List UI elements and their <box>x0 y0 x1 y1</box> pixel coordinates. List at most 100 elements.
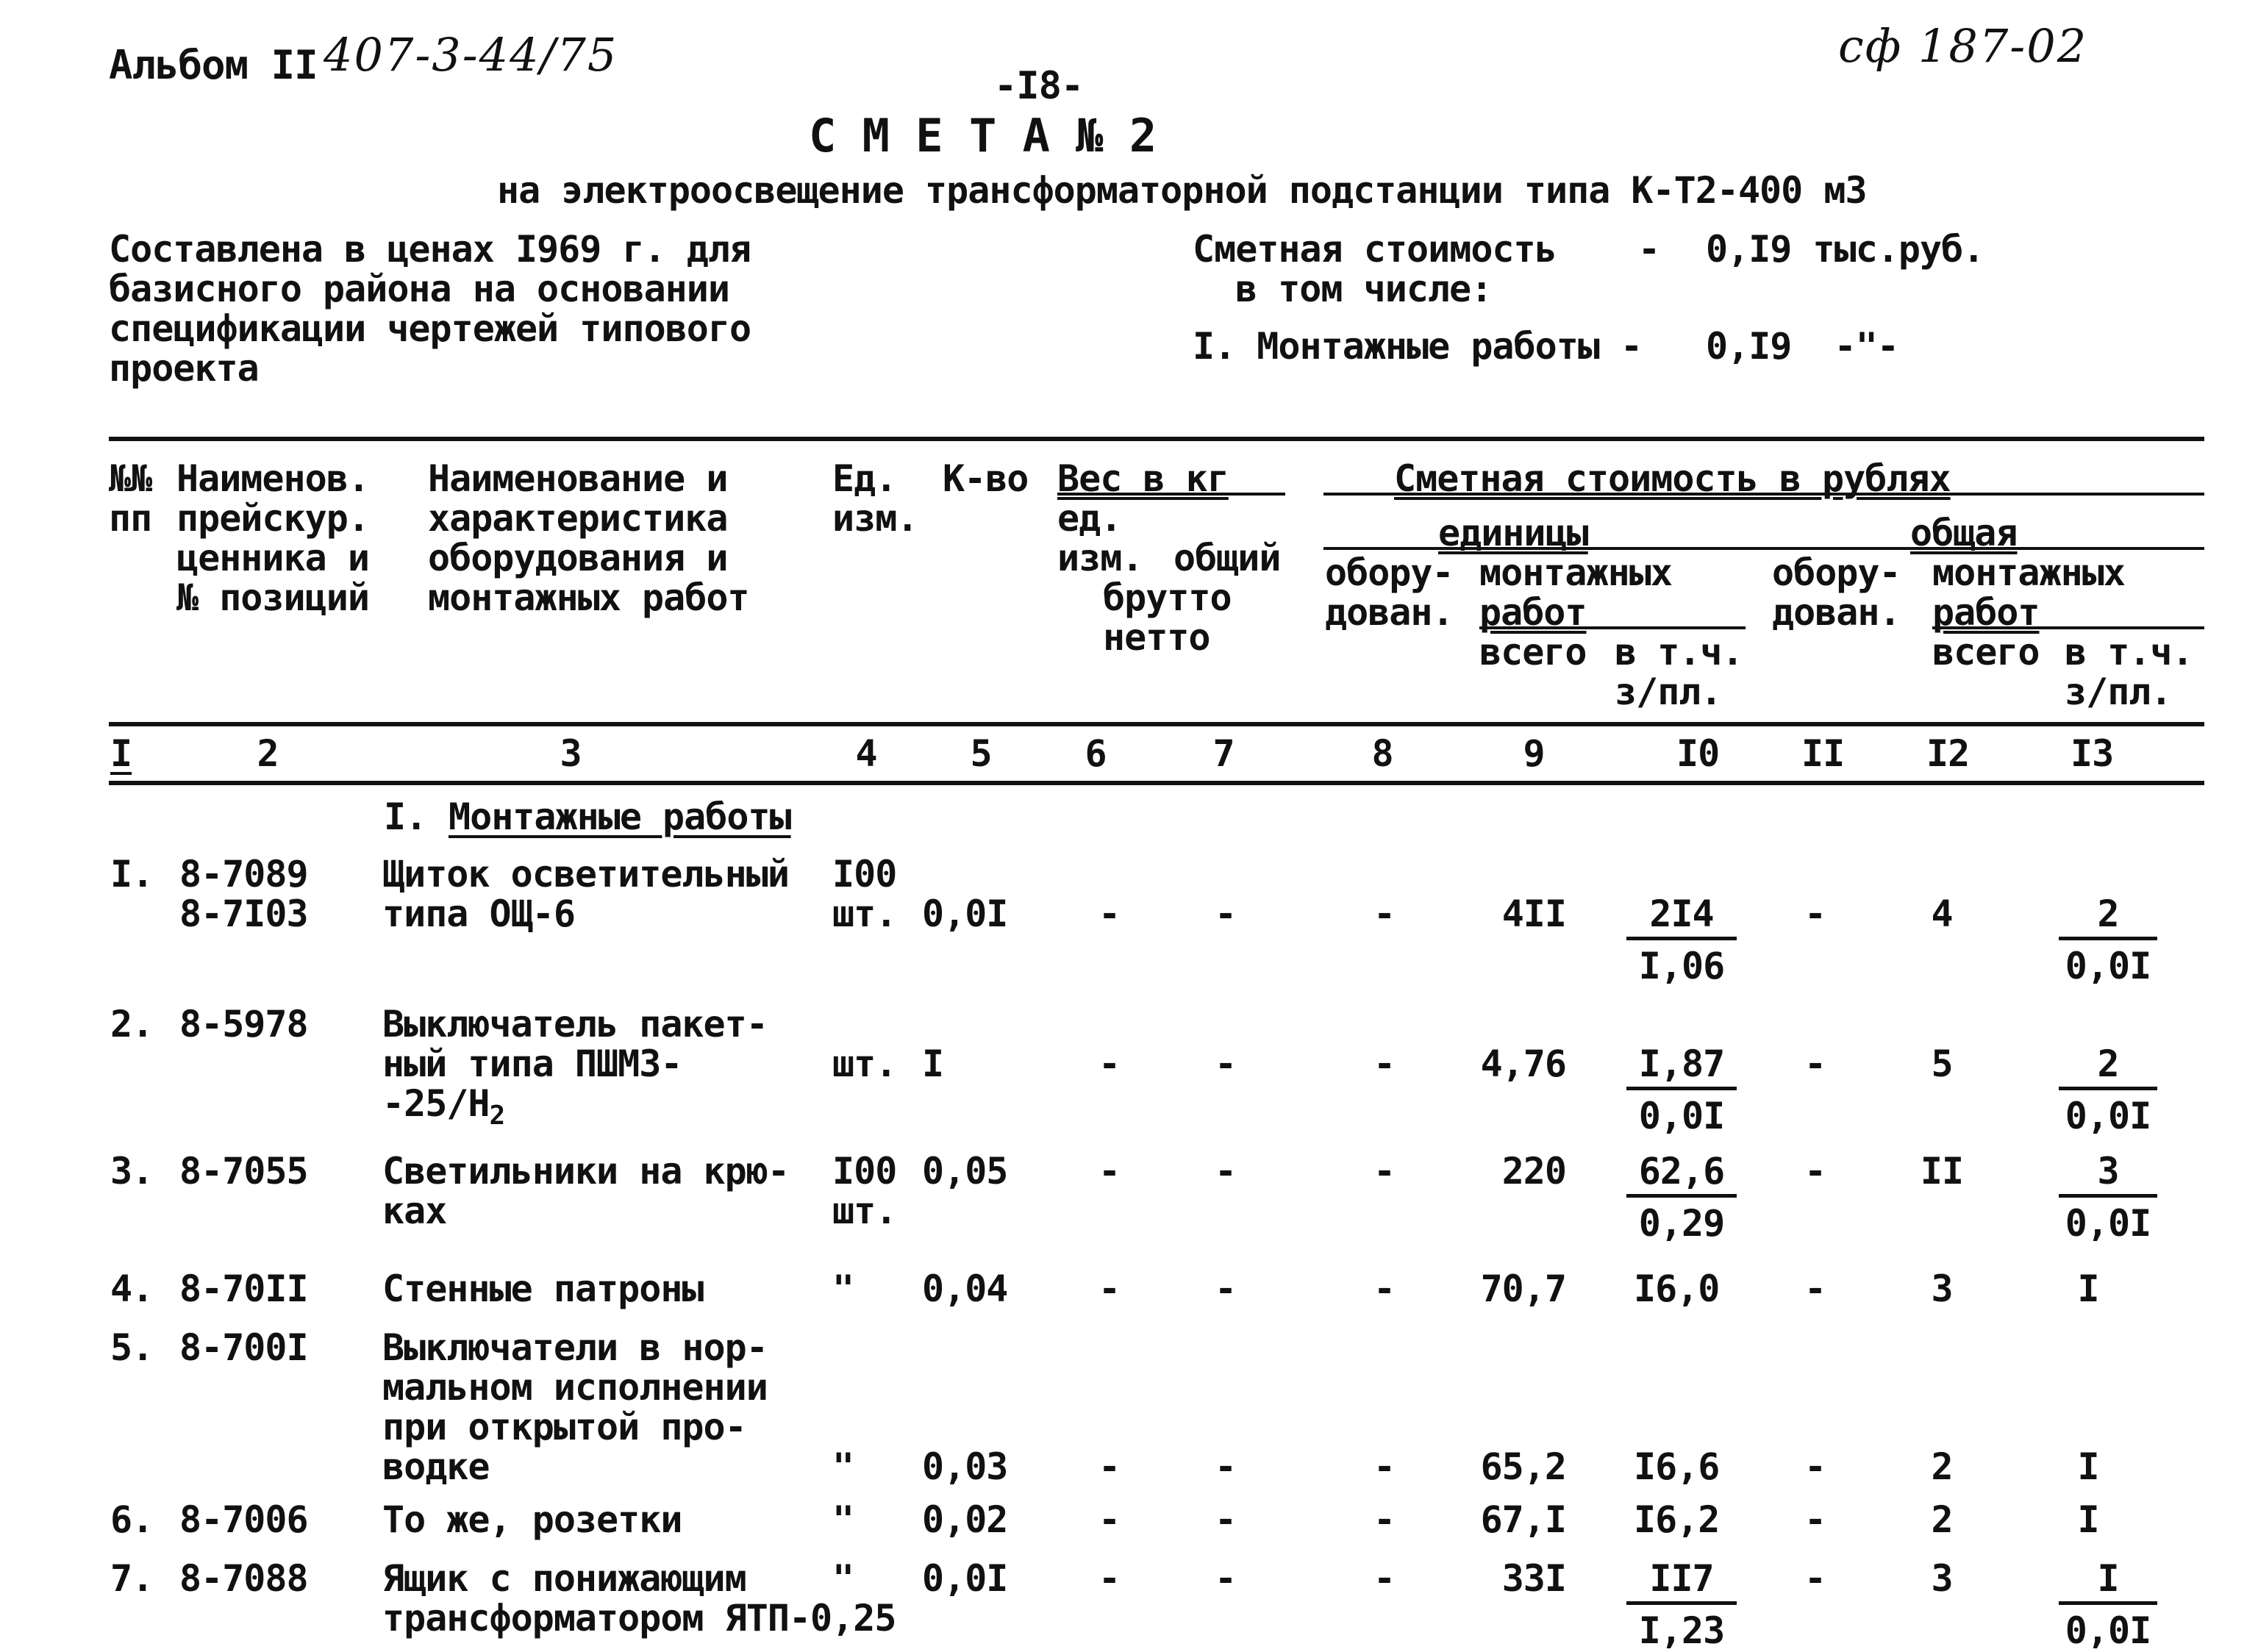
basis-line: Составлена в ценах I969 г. для <box>109 228 751 271</box>
row-unit: I00 <box>832 853 897 895</box>
row-equipment-total-cost: - <box>1804 1498 1826 1541</box>
row-installation-unit-total: 33I <box>1501 1557 1567 1600</box>
header-total-equipment-line: дован. <box>1772 591 1901 634</box>
row-weight-total: - <box>1215 1267 1237 1310</box>
row-equipment-unit-cost: - <box>1373 893 1396 935</box>
page-number: -I8- <box>994 64 1084 108</box>
header-col3-line: характеристика <box>428 497 728 540</box>
row-price-code: 8-7006 <box>179 1498 309 1541</box>
section-number: I. <box>384 795 427 838</box>
column-number: 6 <box>1085 732 1107 775</box>
column-number: 5 <box>970 732 992 775</box>
row-name-line: водке <box>382 1445 490 1488</box>
document-title: С М Е Т А № 2 <box>809 109 1157 162</box>
header-col1-line: №№ <box>109 457 152 500</box>
row-quantity: 0,02 <box>922 1498 1008 1541</box>
album-label: Альбом II <box>109 42 318 88</box>
row-weight-unit: - <box>1098 1498 1121 1541</box>
header-col3-line: Наименование и <box>428 457 728 500</box>
header-total-total: всего <box>1932 631 2040 673</box>
header-total-wages-line: з/пл. <box>2065 671 2173 713</box>
row-installation-unit-total: 4II <box>1501 893 1567 935</box>
row-name-subscript: 2 <box>489 1101 506 1131</box>
wage-numerator: 3 <box>2059 1151 2157 1198</box>
header-total-wages-line: в т.ч. <box>2065 631 2194 673</box>
row-quantity: 0,0I <box>922 1557 1008 1600</box>
header-total-installation-line: монтажных <box>1932 551 2126 594</box>
row-installation-total-wage: I <box>2077 1445 2099 1488</box>
row-price-code: 8-700I <box>179 1326 309 1369</box>
row-weight-total: - <box>1215 893 1237 935</box>
column-number: I0 <box>1676 732 1720 775</box>
total-installation-rule <box>1932 626 2204 629</box>
header-col4-line: Ед. <box>832 457 897 500</box>
row-equipment-unit-cost: - <box>1373 1498 1396 1541</box>
header-col3-line: оборудования и <box>428 537 728 579</box>
row-installation-total-wage: 2 0,0I <box>2059 894 2157 986</box>
header-col4-line: изм. <box>832 497 918 540</box>
wage-numerator: 2 <box>2059 894 2157 940</box>
stamp-handwritten: сф 187-02 <box>1838 19 2088 73</box>
row-name-line: при открытой про- <box>382 1406 747 1448</box>
row-weight-unit: - <box>1098 1557 1121 1600</box>
wage-denominator: 0,0I <box>2065 1095 2151 1137</box>
wage-denominator: 0,0I <box>2065 1609 2151 1652</box>
row-name-line: типа ОЩ-6 <box>382 893 576 935</box>
wage-denominator: 0,0I <box>2065 1202 2151 1245</box>
row-name-line: -25/Н2 <box>382 1082 506 1131</box>
row-price-code: 8-5978 <box>179 1003 309 1045</box>
header-unit-equipment-line: обору- <box>1325 551 1454 594</box>
row-price-code: 8-7088 <box>179 1557 309 1600</box>
row-name-line: Ящик с понижающим <box>382 1557 747 1600</box>
row-equipment-unit-cost: - <box>1373 1445 1396 1488</box>
header-weight-total: общий <box>1173 537 1282 579</box>
row-installation-total-wage: I <box>2077 1267 2099 1310</box>
row-name-line: мальном исполнении <box>382 1366 768 1409</box>
row-unit: шт. <box>832 1190 897 1232</box>
row-weight-total: - <box>1215 1498 1237 1541</box>
header-col3-line: монтажных работ <box>428 576 750 619</box>
basis-line: базисного района на основании <box>109 268 730 310</box>
row-installation-unit-total: 67,I <box>1480 1498 1567 1541</box>
cost-label: Сметная стоимость <box>1193 228 1557 271</box>
header-weight-net: нетто <box>1103 616 1211 659</box>
row-quantity: I <box>922 1043 944 1085</box>
row-installation-unit-total: 220 <box>1501 1150 1567 1192</box>
column-number: 9 <box>1523 732 1545 775</box>
album-number-handwritten: 407-3-44/75 <box>324 28 618 82</box>
row-weight-total: - <box>1215 1150 1237 1192</box>
row-unit: " <box>832 1557 854 1600</box>
row-equipment-total-cost: - <box>1804 893 1826 935</box>
header-unit-total: всего <box>1479 631 1587 673</box>
basis-line: спецификации чертежей типового <box>109 307 751 350</box>
row-number: 3. <box>110 1150 154 1192</box>
header-unit-equipment-line: дован. <box>1325 591 1454 634</box>
row-installation-total-wage: 3 0,0I <box>2059 1151 2157 1243</box>
cost-group-rule <box>1323 493 2204 496</box>
row-equipment-total-cost: - <box>1804 1445 1826 1488</box>
column-number: 8 <box>1371 732 1393 775</box>
column-numbers-rule <box>109 781 2204 785</box>
including-label: в том числе: <box>1235 268 1493 310</box>
row-installation-unit-wage: II7 I,23 <box>1626 1559 1737 1651</box>
row-installation-total-wage: I <box>2077 1498 2099 1541</box>
row-weight-unit: - <box>1098 1445 1121 1488</box>
row-name-line: Светильники на крю- <box>382 1150 790 1192</box>
row-number: 4. <box>110 1267 154 1310</box>
column-number: I <box>110 732 132 775</box>
row-installation-unit-total: 70,7 <box>1480 1267 1567 1310</box>
header-weight-unit-line: ед. <box>1057 497 1122 540</box>
row-weight-unit: - <box>1098 1150 1121 1192</box>
row-equipment-total-cost: - <box>1804 1150 1826 1192</box>
cost-dash: - <box>1638 228 1660 271</box>
row-name-line: ках <box>382 1190 447 1232</box>
row-installation-total: 4 <box>1931 893 1953 935</box>
row-installation-total: 2 <box>1931 1498 1953 1541</box>
row-installation-unit-wage: 62,6 0,29 <box>1626 1151 1737 1243</box>
header-total-equipment-line: обору- <box>1772 551 1901 594</box>
unit-installation-rule <box>1479 626 1746 629</box>
row-installation-unit-wage: I6,6 <box>1634 1445 1720 1488</box>
wage-numerator: I <box>2059 1559 2157 1605</box>
installation-label: I. Монтажные работы - <box>1193 325 1643 368</box>
row-unit: " <box>832 1267 854 1310</box>
